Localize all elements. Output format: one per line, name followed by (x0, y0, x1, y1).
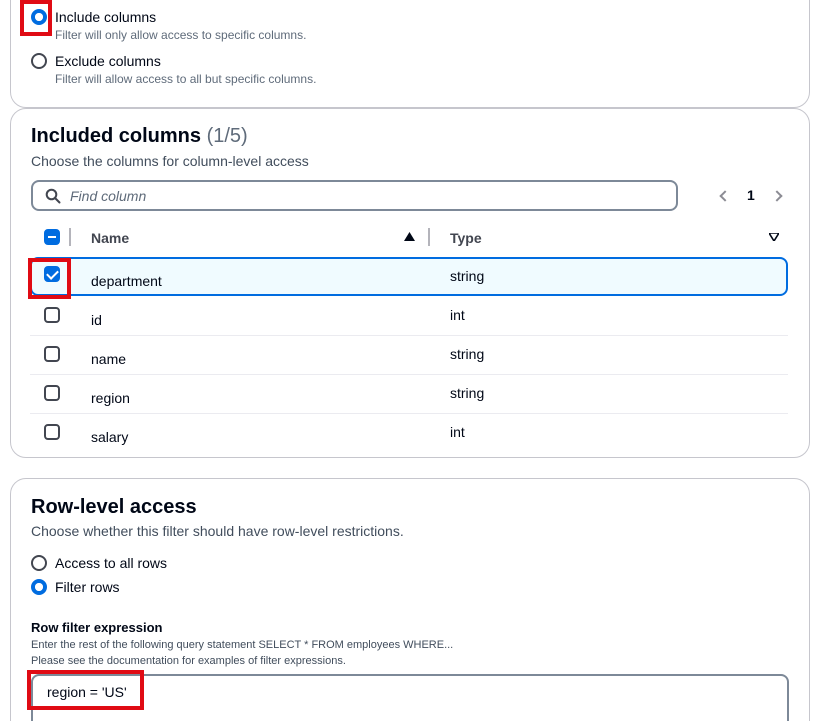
table-row[interactable] (30, 413, 788, 452)
column-type-cell: string (450, 268, 485, 284)
column-name-cell: id (91, 312, 102, 328)
caret-down-icon[interactable] (769, 233, 779, 241)
column-type-cell: string (450, 385, 485, 401)
exclude-columns-label[interactable]: Exclude columns (55, 53, 161, 69)
access-all-rows-label[interactable]: Access to all rows (55, 555, 167, 571)
column-name-cell: name (91, 351, 127, 367)
row-checkbox-id[interactable] (44, 307, 60, 323)
exclude-columns-radio[interactable] (31, 53, 47, 69)
column-type-cell: string (450, 346, 485, 362)
column-type-cell: int (450, 424, 465, 440)
table-row[interactable] (30, 335, 788, 374)
include-columns-desc: Filter will only allow access to specifi… (55, 28, 307, 42)
table-row[interactable] (30, 374, 788, 413)
search-icon (45, 188, 61, 204)
column-name-cell: salary (91, 429, 129, 445)
row-checkbox-region[interactable] (44, 385, 60, 401)
filter-rows-radio[interactable] (31, 579, 47, 595)
highlight-box (28, 258, 71, 299)
row-checkbox-name[interactable] (44, 346, 60, 362)
find-column-input[interactable]: Find column (31, 180, 678, 211)
included-columns-subtitle: Choose the columns for column-level acce… (31, 153, 309, 169)
filter-rows-label[interactable]: Filter rows (55, 579, 120, 595)
highlight-box (20, 0, 52, 36)
caret-up-icon[interactable] (404, 232, 415, 241)
row-filter-expression-label: Row filter expression (31, 620, 163, 635)
row-filter-expression-input[interactable]: region = 'US' (31, 674, 789, 721)
select-all-checkbox[interactable] (44, 229, 60, 245)
name-column-header[interactable]: Name (91, 230, 129, 246)
included-columns-title: Included columns (1/5) (31, 125, 248, 148)
access-all-rows-radio[interactable] (31, 555, 47, 571)
row-level-access-subtitle: Choose whether this filter should have r… (31, 523, 404, 539)
highlight-box (27, 670, 144, 710)
exclude-columns-desc: Filter will allow access to all but spec… (55, 72, 317, 86)
find-column-placeholder: Find column (70, 188, 147, 204)
included-columns-count: (1/5) (206, 125, 248, 147)
column-name-cell: region (91, 390, 130, 406)
included-columns-title-text: Included columns (31, 125, 202, 147)
column-divider[interactable] (428, 228, 430, 246)
row-filter-expression-desc-1: Enter the rest of the following query st… (31, 639, 454, 651)
page-number[interactable]: 1 (747, 187, 755, 203)
type-column-header[interactable]: Type (450, 230, 482, 246)
include-columns-label[interactable]: Include columns (55, 9, 156, 25)
row-level-access-title: Row-level access (31, 496, 197, 518)
column-name-cell: department (91, 273, 162, 289)
column-type-cell: int (450, 307, 465, 323)
row-filter-expression-desc-2: Please see the documentation for example… (31, 655, 346, 667)
row-checkbox-salary[interactable] (44, 424, 60, 440)
column-divider (69, 228, 71, 246)
table-row[interactable] (30, 296, 788, 335)
